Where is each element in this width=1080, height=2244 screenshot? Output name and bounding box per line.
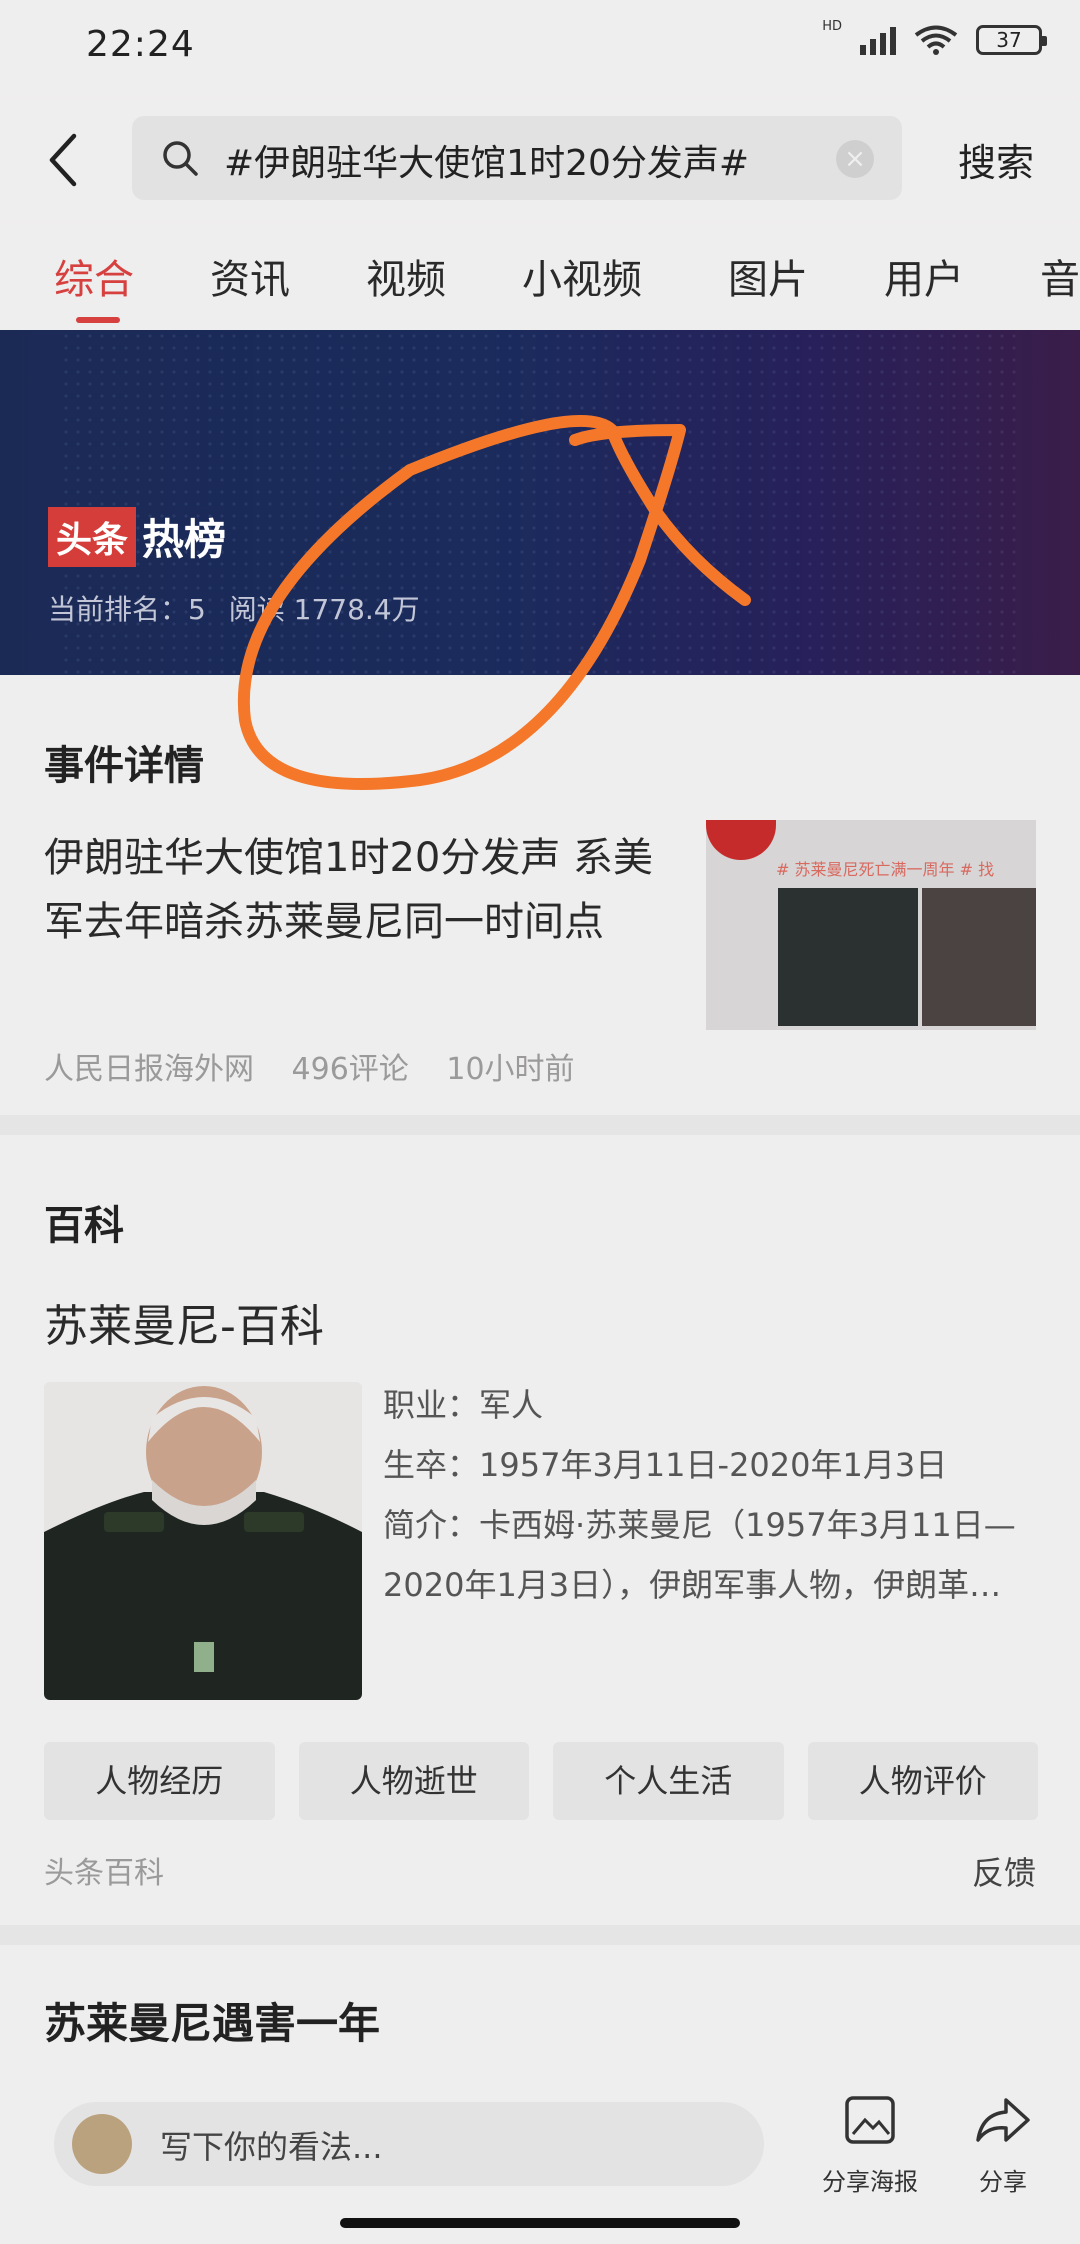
rank-text: 当前排名：5 [48,593,206,626]
screen: 22:24 HD 37 #伊朗驻华大使馆1时20分发声# × 搜索 综合 资讯 … [0,0,1080,2244]
tab-comprehensive[interactable]: 综合 [54,247,134,305]
share-poster-label: 分享海报 [822,2168,918,2196]
tab-news[interactable]: 资讯 [210,247,290,305]
tab-images[interactable]: 图片 [728,247,808,305]
back-icon[interactable] [40,130,90,190]
wiki-entry-title[interactable]: 苏莱曼尼-百科 [44,1290,324,1354]
news-comments: 496评论 [291,1052,409,1087]
wiki-intro-line-2: 2020年1月3日），伊朗军事人物，伊朗革… [383,1566,1002,1604]
status-bar: 22:24 HD 37 [0,0,1080,96]
read-count: 阅读 1778.4万 [228,593,420,626]
news-title[interactable]: 伊朗驻华大使馆1时20分发声 系美军去年暗杀苏莱曼尼同一时间点 [44,826,684,954]
wiki-intro-line-1: 简介：卡西姆·苏莱曼尼（1957年3月11日— [383,1506,1016,1544]
chip-biography[interactable]: 人物经历 [44,1742,275,1820]
wiki-section-title: 百科 [44,1203,124,1249]
wiki-chip-row: 人物经历 人物逝世 个人生活 人物评价 [44,1742,1038,1820]
logo-white-text: 热榜 [142,515,227,564]
comment-input[interactable]: 写下你的看法... [54,2102,764,2186]
signal-icon [860,25,896,55]
thumb-photo-left [778,888,918,1026]
status-time: 22:24 [86,24,195,65]
clear-icon[interactable]: × [836,140,874,178]
thumb-decoration [706,820,776,860]
wiki-source[interactable]: 头条百科 [44,1848,164,1892]
share-label: 分享 [979,2168,1027,2196]
chip-evaluation[interactable]: 人物评价 [807,1742,1038,1820]
thumb-photo-right [922,888,1036,1026]
share-icon [976,2098,1030,2142]
active-tab-indicator [76,317,120,323]
anniversary-section-title[interactable]: 苏莱曼尼遇害一年 [44,1990,380,2051]
search-query: #伊朗驻华大使馆1时20分发声# [224,143,750,184]
tab-video[interactable]: 视频 [366,247,446,305]
section-divider [0,1115,1080,1135]
news-thumbnail[interactable]: # 苏莱曼尼死亡满一周年 # 找 [706,820,1036,1030]
tab-short-video[interactable]: 小视频 [522,247,642,305]
tab-bar: 综合 资讯 视频 小视频 图片 用户 音 [0,225,1080,330]
image-share-icon [845,2096,895,2144]
chip-death[interactable]: 人物逝世 [298,1742,529,1820]
toutiao-hot-logo: 头条 热榜 [48,506,226,567]
news-time: 10小时前 [446,1052,575,1087]
search-icon [163,141,198,176]
comment-placeholder: 写下你的看法... [160,2128,383,2166]
share-poster-button[interactable]: 分享海报 [822,2090,918,2197]
wiki-portrait[interactable] [44,1382,362,1700]
tab-users[interactable]: 用户 [884,247,964,305]
tab-music[interactable]: 音 [1040,247,1080,305]
search-input[interactable]: #伊朗驻华大使馆1时20分发声# × [132,116,902,200]
search-button[interactable]: 搜索 [958,132,1034,187]
news-meta: 人民日报海外网 496评论 10小时前 [44,1044,603,1088]
event-section-title: 事件详情 [44,743,204,789]
hot-list-banner[interactable]: 头条 热榜 当前排名：5 阅读 1778.4万 [0,330,1080,675]
wiki-lifespan: 生卒：1957年3月11日-2020年1月3日 [383,1446,948,1484]
feedback-link[interactable]: 反馈 [972,1848,1036,1894]
status-icons: HD 37 [822,19,1047,56]
rank-line: 当前排名：5 阅读 1778.4万 [48,588,420,628]
portrait-image [44,1382,362,1700]
share-button[interactable]: 分享 [968,2090,1038,2197]
home-indicator[interactable] [340,2218,740,2228]
search-header: #伊朗驻华大使馆1时20分发声# × 搜索 [0,100,1080,220]
battery-icon: 37 [976,25,1047,55]
wiki-occupation: 职业：军人 [383,1386,544,1424]
wiki-info: 职业：军人 生卒：1957年3月11日-2020年1月3日 简介：卡西姆·苏莱曼… [383,1375,1033,1615]
thumb-caption: # 苏莱曼尼死亡满一周年 # 找 [776,860,995,879]
logo-red-text: 头条 [48,506,137,567]
news-source: 人民日报海外网 [44,1052,254,1087]
chip-personal-life[interactable]: 个人生活 [553,1742,784,1820]
avatar [72,2114,132,2174]
wifi-icon [914,25,958,55]
hd-indicator: HD [822,18,842,34]
section-divider [0,1925,1080,1945]
